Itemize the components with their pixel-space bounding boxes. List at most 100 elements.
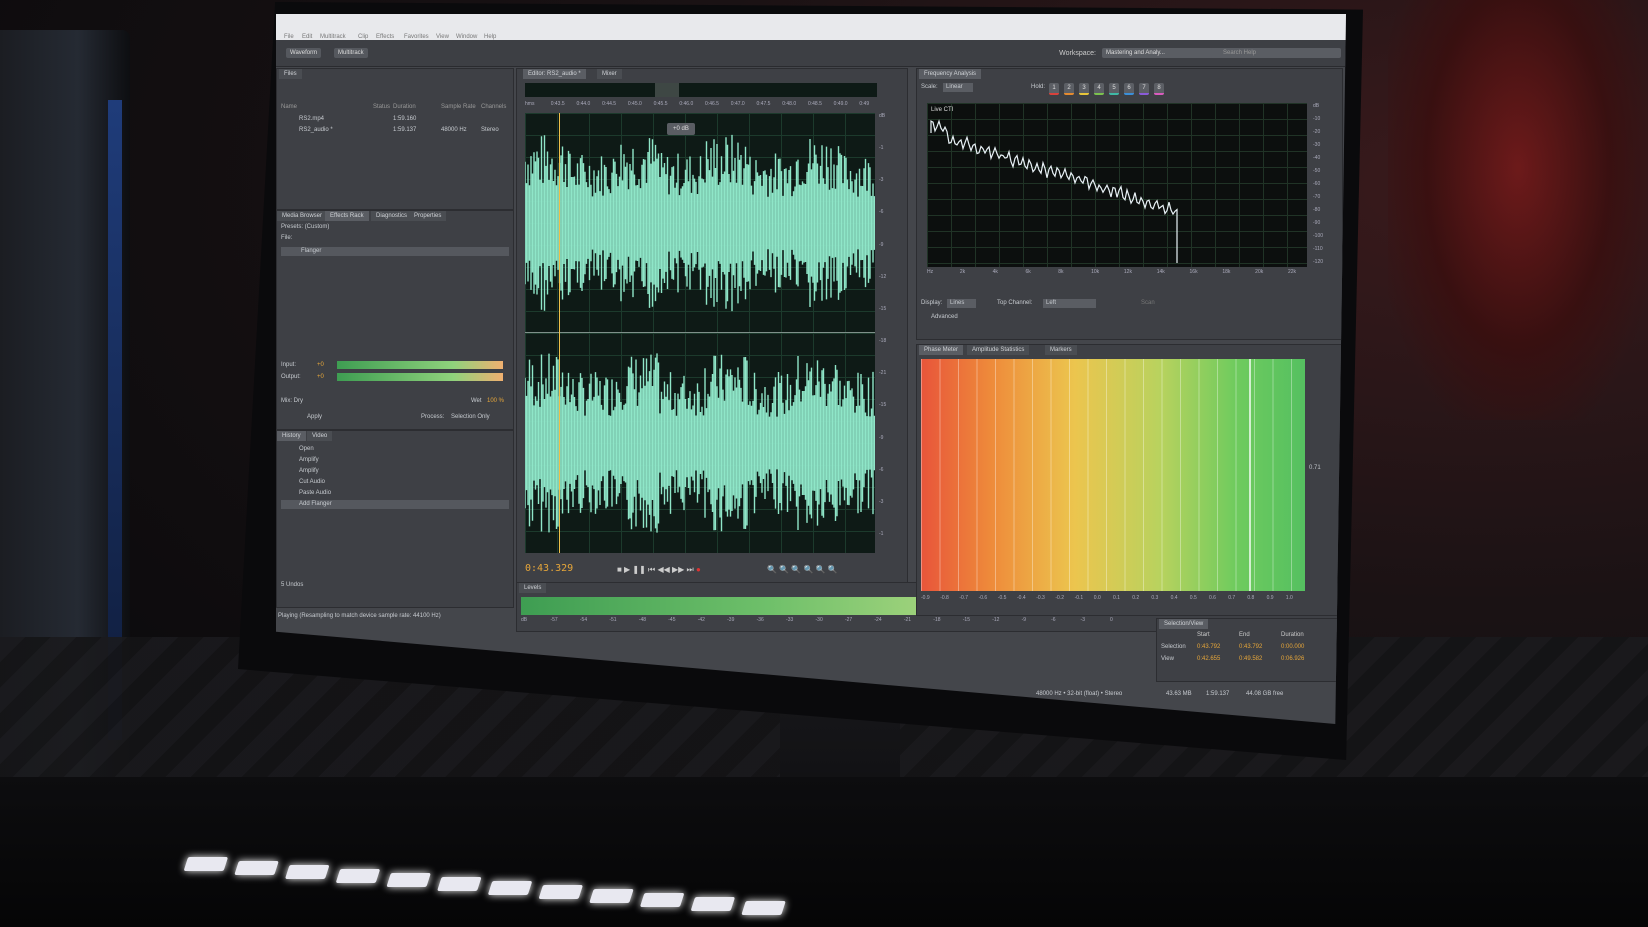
zoom-controls[interactable]: 🔍 🔍 🔍 🔍 🔍 🔍 bbox=[767, 565, 838, 574]
db-scale-tick: -3 bbox=[879, 177, 884, 184]
time-ruler-tick: 0:44.5 bbox=[602, 101, 617, 107]
level-tick: -30 bbox=[815, 617, 823, 623]
level-tick: -18 bbox=[933, 617, 941, 623]
col-duration[interactable]: Duration bbox=[393, 103, 416, 112]
col-sample-rate[interactable]: Sample Rate bbox=[441, 103, 476, 112]
tab-markers[interactable]: Markers bbox=[1045, 345, 1077, 355]
hold-button-3[interactable]: 3 bbox=[1079, 83, 1089, 95]
hold-button-7[interactable]: 7 bbox=[1139, 83, 1149, 95]
menu-view[interactable]: View bbox=[432, 32, 453, 42]
tab-video[interactable]: Video bbox=[307, 431, 333, 441]
menu-file[interactable]: File bbox=[280, 32, 298, 42]
view-start[interactable]: 0:42.655 bbox=[1197, 655, 1220, 664]
hold-button-6[interactable]: 6 bbox=[1124, 83, 1134, 95]
hold-button-4[interactable]: 4 bbox=[1094, 83, 1104, 95]
phase-tick: 1.0 bbox=[1285, 595, 1293, 601]
tab-levels[interactable]: Levels bbox=[519, 583, 547, 593]
files-panel: Files Name Status Duration Sample Rate C… bbox=[276, 68, 514, 210]
db-tick: -90 bbox=[1313, 219, 1321, 226]
tab-amplitude-statistics[interactable]: Amplitude Statistics bbox=[967, 345, 1030, 355]
tab-diagnostics[interactable]: Diagnostics bbox=[371, 211, 413, 221]
history-item[interactable]: Open bbox=[281, 445, 509, 454]
col-status[interactable]: Status bbox=[373, 103, 390, 112]
history-item[interactable]: Add Flanger bbox=[281, 500, 509, 509]
view-end[interactable]: 0:49.582 bbox=[1239, 655, 1262, 664]
playhead[interactable] bbox=[559, 113, 560, 553]
menu-effects[interactable]: Effects bbox=[372, 32, 398, 42]
tab-frequency-analysis[interactable]: Frequency Analysis bbox=[919, 69, 982, 79]
history-panel: History Video Open Amplify Amplify Cut A… bbox=[276, 430, 514, 608]
col-name[interactable]: Name bbox=[281, 104, 297, 110]
scan-button[interactable]: Scan bbox=[1141, 299, 1155, 308]
wet-value[interactable]: 100 % bbox=[487, 397, 504, 406]
effect-slot-1[interactable]: Flanger bbox=[281, 247, 509, 256]
time-ruler-tick: 0:46.5 bbox=[705, 101, 719, 107]
process-select[interactable]: Selection Only bbox=[451, 413, 490, 422]
selection-duration[interactable]: 0:00.000 bbox=[1281, 643, 1304, 652]
history-item[interactable]: Paste Audio bbox=[281, 489, 509, 498]
level-tick: -33 bbox=[786, 617, 794, 623]
selection-end[interactable]: 0:43.792 bbox=[1239, 643, 1262, 652]
apply-button[interactable]: Apply bbox=[281, 414, 322, 420]
hud-gain[interactable]: +0 dB bbox=[667, 123, 695, 135]
search-help-input[interactable]: Search Help bbox=[1211, 48, 1341, 58]
file-row[interactable]: RS2.mp4 1:59.160 bbox=[281, 115, 509, 124]
col-channels[interactable]: Channels bbox=[481, 103, 506, 112]
desk bbox=[0, 777, 1648, 927]
header-start: Start bbox=[1197, 632, 1210, 638]
db-scale-tick: -21 bbox=[879, 370, 887, 377]
hold-button-1[interactable]: 1 bbox=[1049, 83, 1059, 95]
phase-tick: 0.7 bbox=[1228, 595, 1236, 601]
waveform-display[interactable]: +0 dB bbox=[525, 113, 875, 553]
tab-effects-rack[interactable]: Effects Rack bbox=[325, 211, 369, 221]
overview-waveform[interactable] bbox=[525, 83, 877, 97]
workspace-select[interactable]: Mastering and Analy... bbox=[1102, 48, 1216, 58]
history-item[interactable]: Cut Audio bbox=[281, 478, 509, 487]
waveform-mode-button[interactable]: Waveform bbox=[286, 48, 322, 58]
menu-multitrack[interactable]: Multitrack bbox=[316, 32, 350, 42]
phase-tick: -0.4 bbox=[1017, 595, 1026, 601]
menu-window[interactable]: Window bbox=[452, 32, 481, 42]
level-tick: 0 bbox=[1110, 617, 1113, 623]
advanced-toggle[interactable]: Advanced bbox=[921, 313, 1338, 322]
top-channel-select[interactable]: Left bbox=[1043, 299, 1097, 308]
tab-phase-meter[interactable]: Phase Meter bbox=[919, 345, 964, 355]
mix-label: Mix: bbox=[281, 398, 292, 404]
menu-help[interactable]: Help bbox=[480, 32, 500, 42]
history-item[interactable]: Amplify bbox=[281, 456, 509, 465]
menu-favorites[interactable]: Favorites bbox=[400, 32, 433, 42]
undo-count: 5 Undos bbox=[281, 582, 304, 588]
multitrack-mode-button[interactable]: Multitrack bbox=[334, 48, 368, 58]
view-duration[interactable]: 0:06.926 bbox=[1281, 655, 1304, 664]
tab-media-browser[interactable]: Media Browser bbox=[277, 211, 328, 221]
history-item[interactable]: Amplify bbox=[281, 467, 509, 476]
frequency-plot[interactable]: Live CTI bbox=[927, 103, 1307, 267]
time-ruler[interactable]: hms 0:43.5 0:44.0 0:44.5 0:45.0 0:45.5 0:46.0 0… bbox=[525, 101, 877, 111]
db-tick: -70 bbox=[1313, 193, 1321, 200]
tab-editor[interactable]: Editor: RS2_audio * bbox=[523, 69, 586, 79]
file-label: File: bbox=[281, 235, 293, 241]
file-row[interactable]: RS2_audio * 1:59.137 48000 Hz Stereo bbox=[281, 126, 509, 135]
hold-button-8[interactable]: 8 bbox=[1154, 83, 1164, 95]
tab-mixer[interactable]: Mixer bbox=[597, 69, 622, 79]
menu-clip[interactable]: Clip bbox=[354, 32, 372, 42]
selection-start[interactable]: 0:43.792 bbox=[1197, 643, 1220, 652]
display-select[interactable]: Lines bbox=[947, 299, 977, 308]
presets-select[interactable]: (Custom) bbox=[305, 224, 330, 230]
transport-controls[interactable]: ■ ▶ ❚❚ ⏮ ◀◀ ▶▶ ⏭ ● bbox=[617, 565, 701, 575]
scale-label: Scale: bbox=[921, 84, 938, 90]
tab-files[interactable]: Files bbox=[279, 69, 302, 79]
hold-button-5[interactable]: 5 bbox=[1109, 83, 1119, 95]
tab-properties[interactable]: Properties bbox=[409, 211, 447, 221]
output-value[interactable]: +0 bbox=[317, 373, 324, 382]
computer-monitor: File Edit Multitrack Clip Effects Favori… bbox=[238, 2, 1363, 760]
menu-edit[interactable]: Edit bbox=[298, 32, 316, 42]
input-value[interactable]: +0 bbox=[317, 361, 324, 370]
db-scale-tick: -1 bbox=[879, 531, 884, 537]
phase-tick: -0.7 bbox=[959, 595, 969, 601]
tab-history[interactable]: History bbox=[277, 431, 306, 441]
format-info: 48000 Hz • 32-bit (float) • Stereo bbox=[1036, 691, 1123, 697]
scale-select[interactable]: Linear bbox=[943, 83, 973, 92]
tab-selection-view[interactable]: Selection/View bbox=[1159, 619, 1209, 629]
hold-button-2[interactable]: 2 bbox=[1064, 83, 1074, 95]
